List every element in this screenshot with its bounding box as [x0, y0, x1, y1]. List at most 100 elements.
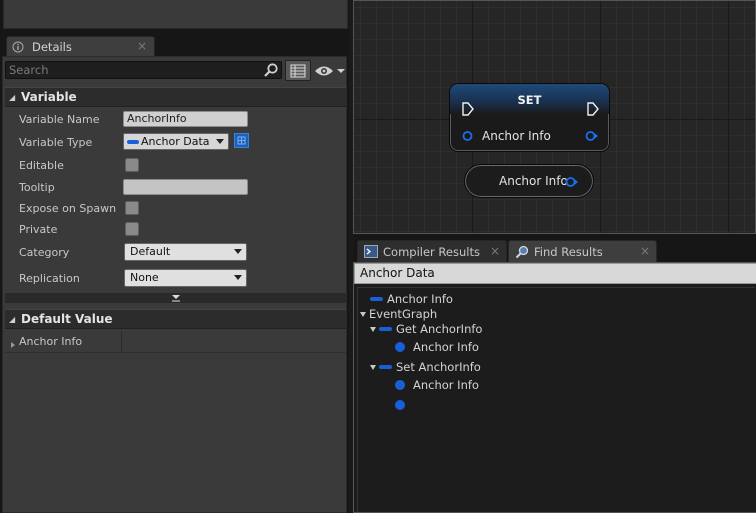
expose-on-spawn-checkbox[interactable] [125, 201, 139, 215]
search-input[interactable] [6, 62, 261, 78]
expose-on-spawn-label: Expose on Spawn [19, 201, 117, 215]
set-node[interactable]: SET Anchor Info [449, 83, 610, 152]
anchor-info-default-label: Anchor Info [19, 335, 83, 348]
tooltip-row: Tooltip [5, 177, 346, 197]
editable-label: Editable [19, 158, 64, 172]
collapse-arrow-icon: ◢ [9, 314, 16, 324]
struct-pin-dot-icon [395, 342, 405, 352]
variable-category-header[interactable]: ◢ Variable [5, 87, 346, 107]
struct-input-pin-icon[interactable] [462, 130, 474, 145]
details-body: ◢ Variable Variable Name AnchorInfo Vari… [2, 56, 347, 513]
tree-item-label: Anchor Info [387, 292, 453, 306]
tab-details-label: Details [32, 39, 72, 54]
get-node[interactable]: Anchor Info [464, 164, 594, 198]
set-node-pin-label: Anchor Info [482, 129, 551, 143]
expand-arrow-icon[interactable] [370, 326, 376, 332]
upper-panel [3, 0, 348, 29]
struct-pin-dot-icon [395, 400, 405, 410]
expand-arrow-icon[interactable] [11, 338, 19, 351]
close-icon[interactable]: × [490, 244, 500, 258]
replication-dropdown[interactable]: None [124, 269, 247, 287]
struct-pin-dot-icon [395, 380, 405, 390]
tab-find-results-label: Find Results [534, 244, 603, 259]
editable-checkbox[interactable] [125, 158, 139, 172]
tab-details[interactable]: Details × [6, 36, 155, 56]
search-icon[interactable] [263, 63, 279, 77]
property-matrix-button[interactable] [285, 60, 311, 81]
tree-item-unnamed-pin[interactable] [395, 400, 413, 410]
upper-panel-area [0, 0, 349, 31]
private-label: Private [19, 222, 58, 236]
category-value: Default [130, 245, 171, 258]
struct-pin-icon [127, 140, 139, 144]
private-row: Private [5, 219, 346, 239]
tree-item-get-node[interactable]: Get AnchorInfo [370, 322, 482, 336]
variable-name-label: Variable Name [19, 112, 100, 126]
variable-type-dropdown[interactable]: Anchor Data [123, 133, 229, 150]
anchor-info-default-row[interactable]: Anchor Info [5, 331, 346, 353]
blueprint-graph[interactable]: SET Anchor Info Anchor Info [353, 0, 756, 234]
dropdown-arrow-icon [234, 275, 242, 280]
expand-down-icon [171, 295, 180, 302]
variable-name-field[interactable]: AnchorInfo [123, 111, 248, 127]
default-value-category-header[interactable]: ◢ Default Value [5, 309, 346, 329]
expand-arrow-icon[interactable] [360, 311, 366, 317]
exec-in-pin-icon[interactable] [462, 102, 474, 119]
dropdown-arrow-icon [216, 139, 224, 144]
struct-pin-icon [379, 327, 392, 331]
category-label: Category [19, 245, 70, 259]
tooltip-field[interactable] [123, 179, 248, 195]
tree-item-event-graph[interactable]: EventGraph [360, 307, 437, 321]
variable-name-row: Variable Name AnchorInfo [5, 109, 346, 129]
tree-item-label: Anchor Info [413, 340, 479, 354]
tree-item-set-node[interactable]: Set AnchorInfo [370, 360, 481, 374]
view-options-button[interactable] [314, 62, 346, 80]
private-checkbox[interactable] [125, 222, 139, 236]
close-icon[interactable]: × [137, 39, 147, 53]
default-value-category-label: Default Value [21, 312, 113, 326]
dropdown-arrow-icon [234, 249, 242, 254]
eye-icon [315, 66, 333, 76]
compiler-log-icon [364, 245, 378, 258]
details-icon [12, 41, 24, 53]
grid-icon [237, 136, 246, 145]
struct-output-pin-icon[interactable] [565, 176, 579, 191]
category-dropdown[interactable]: Default [124, 243, 247, 261]
collapse-arrow-icon: ◢ [9, 92, 16, 102]
exec-out-pin-icon[interactable] [587, 102, 599, 119]
tree-item-label: Anchor Info [413, 378, 479, 392]
chevron-down-icon [337, 69, 345, 73]
expose-on-spawn-row: Expose on Spawn [5, 198, 346, 218]
details-search [5, 61, 282, 79]
variable-type-value: Anchor Data [141, 135, 210, 148]
details-panel: Details × ◢ Variable [0, 31, 349, 513]
replication-value: None [130, 271, 159, 284]
column-divider [121, 331, 122, 353]
tab-compiler-results[interactable]: Compiler Results × [357, 240, 507, 262]
tooltip-label: Tooltip [19, 180, 55, 194]
list-icon [290, 64, 306, 77]
expand-arrow-icon[interactable] [370, 364, 376, 370]
variable-type-row: Variable Type Anchor Data [5, 132, 346, 152]
tab-compiler-results-label: Compiler Results [383, 244, 480, 259]
tree-item-label: Set AnchorInfo [396, 360, 481, 374]
tree-item-variable[interactable]: Anchor Info [370, 292, 453, 306]
container-type-button[interactable] [234, 133, 249, 148]
tree-item-label: Get AnchorInfo [396, 322, 483, 336]
struct-output-pin-icon[interactable] [585, 130, 599, 145]
struct-pin-icon [370, 297, 383, 301]
replication-label: Replication [19, 271, 80, 285]
struct-pin-icon [379, 365, 392, 369]
editable-row: Editable [5, 155, 346, 175]
tree-item-label: EventGraph [369, 307, 438, 321]
tab-find-results[interactable]: Find Results × [508, 240, 657, 262]
results-tab-bar: Compiler Results × Find Results × [353, 234, 756, 263]
find-results-panel: Anchor Data Anchor Info EventGraph Get A… [353, 262, 756, 513]
tree-item-set-pin[interactable]: Anchor Info [395, 378, 479, 392]
tree-item-get-pin[interactable]: Anchor Info [395, 340, 479, 354]
find-search-input[interactable]: Anchor Data [354, 263, 756, 284]
category-row: Category Default [5, 241, 346, 263]
get-node-pin-label: Anchor Info [499, 174, 568, 188]
advanced-expander[interactable] [5, 293, 346, 303]
close-icon[interactable]: × [640, 244, 650, 258]
